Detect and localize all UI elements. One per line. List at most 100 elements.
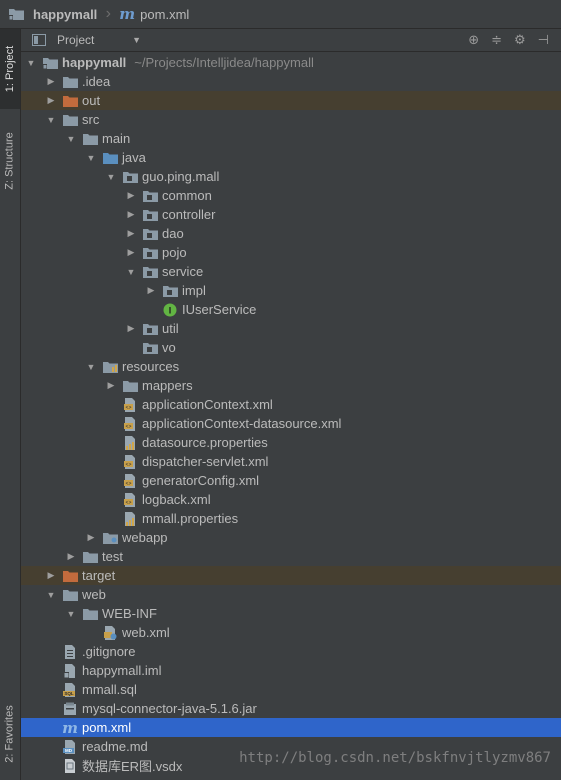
tab-project-label: 1: Project [4,45,16,93]
interface-icon: I [162,303,178,317]
tree-item-label: dispatcher-servlet.xml [142,454,269,469]
tree-item-label: happymall.iml [82,663,162,678]
tree-item-mmall-props[interactable]: mmall.properties [21,509,561,528]
collapse-arrow-icon[interactable]: ▼ [85,152,97,164]
tree-item-appctx[interactable]: <> applicationContext.xml [21,395,561,414]
tree-item-label: mappers [142,378,193,393]
tree-item-web[interactable]: ▼ web [21,585,561,604]
tree-item-label: applicationContext.xml [142,397,273,412]
package-icon [142,208,158,222]
tree-item-common[interactable]: ▶ common [21,186,561,205]
tree-item-controller[interactable]: ▶ controller [21,205,561,224]
tree-item-pojo[interactable]: ▶ pojo [21,243,561,262]
breadcrumb-file-label: pom.xml [140,6,190,22]
collapse-arrow-icon[interactable]: ▼ [125,266,137,278]
tree-item-label: mmall.sql [82,682,137,697]
tree-item-ds-props[interactable]: datasource.properties [21,433,561,452]
package-icon [142,246,158,260]
tree-item-impl[interactable]: ▶ impl [21,281,561,300]
collapse-arrow-icon[interactable]: ▼ [45,589,57,601]
maven-icon: m [62,718,78,737]
collapse-arrow-icon[interactable]: ▼ [85,361,97,373]
collapse-arrow-icon[interactable]: ▼ [65,608,77,620]
expand-arrow-icon[interactable]: ▶ [105,380,117,392]
collapse-arrow-icon[interactable]: ▼ [45,114,57,126]
breadcrumb-project[interactable]: happymall [8,7,97,22]
tree-item-label: vo [162,340,176,355]
tree-item-out[interactable]: ▶ out [21,91,561,110]
expand-arrow-icon[interactable]: ▶ [125,209,137,221]
hide-panel-icon[interactable]: ⊣ [538,32,549,48]
tree-item-src[interactable]: ▼ src [21,110,561,129]
excluded-folder-icon [62,569,78,583]
package-icon [162,284,178,298]
tree-item-dispatcher[interactable]: <> dispatcher-servlet.xml [21,452,561,471]
tree-item-iml[interactable]: happymall.iml [21,661,561,680]
tree-item-label: main [102,131,131,146]
svg-text:<>: <> [125,424,131,430]
panel-toolbar: ⊕ ≑ ⚙ ⊣ [468,32,549,48]
tree-item-generator[interactable]: <> generatorConfig.xml [21,471,561,490]
scroll-from-source-icon[interactable]: ⊕ [468,32,479,48]
expand-arrow-icon[interactable]: ▶ [125,247,137,259]
tree-item-label: service [162,264,204,279]
svg-text:<>: <> [125,500,131,506]
tree-item-label: mysql-connector-java-5.1.6.jar [82,701,257,716]
tree-item-dao[interactable]: ▶ dao [21,224,561,243]
tree-item-appctx-ds[interactable]: <> applicationContext-datasource.xml [21,414,561,433]
collapse-all-icon[interactable]: ≑ [491,32,502,48]
tree-item-logback[interactable]: <> logback.xml [21,490,561,509]
tree-item-jar[interactable]: mysql-connector-java-5.1.6.jar [21,699,561,718]
tree-item-main[interactable]: ▼ main [21,129,561,148]
tree-item-webxml[interactable]: web.xml [21,623,561,642]
tree-item-webapp[interactable]: ▶ webapp [21,528,561,547]
breadcrumb-project-label: happymall [33,6,98,22]
tree-item-iuserservice[interactable]: I IUserService [21,300,561,319]
expand-arrow-icon[interactable]: ▶ [125,228,137,240]
tree-item-idea[interactable]: ▶ .idea [21,72,561,91]
tab-favorites[interactable]: 2: Favorites [0,689,20,779]
tree-item-sql[interactable]: SQL mmall.sql [21,680,561,699]
folder-icon [122,379,138,393]
tree-item-util[interactable]: ▶ util [21,319,561,338]
tree-item-label: common [162,188,212,203]
expand-arrow-icon[interactable]: ▶ [125,190,137,202]
tree-item-label: pojo [162,245,187,260]
expand-arrow-icon[interactable]: ▶ [45,95,57,107]
gear-icon[interactable]: ⚙ [514,32,526,48]
expand-arrow-icon[interactable]: ▶ [45,570,57,582]
tree-item-mappers[interactable]: ▶ mappers [21,376,561,395]
expand-arrow-icon[interactable]: ▶ [45,76,57,88]
breadcrumb-file[interactable]: m pom.xml [119,5,189,23]
view-selector[interactable]: Project ▼ [31,33,141,47]
expand-arrow-icon[interactable]: ▶ [85,532,97,544]
collapse-arrow-icon[interactable]: ▼ [25,57,37,69]
tree-item-service[interactable]: ▼ service [21,262,561,281]
markdown-file-icon: MD [62,739,78,754]
tree-item-resources[interactable]: ▼ resources [21,357,561,376]
sql-file-icon: SQL [62,682,78,697]
tab-project[interactable]: 1: Project [0,29,20,109]
tree-item-label: datasource.properties [142,435,268,450]
collapse-arrow-icon[interactable]: ▼ [105,171,117,183]
tree-item-test[interactable]: ▶ test [21,547,561,566]
expand-arrow-icon[interactable]: ▶ [65,551,77,563]
tree-item-label: out [82,93,101,108]
collapse-arrow-icon[interactable]: ▼ [65,133,77,145]
tree-item-gitignore[interactable]: .gitignore [21,642,561,661]
tree-item-java[interactable]: ▼ java [21,148,561,167]
tree-item-label: IUserService [182,302,257,317]
tree-item-webinf[interactable]: ▼ WEB-INF [21,604,561,623]
tree-item-target[interactable]: ▶ target [21,566,561,585]
expand-arrow-icon[interactable]: ▶ [145,285,157,297]
xml-file-icon: <> [122,416,138,431]
web-folder-icon [102,531,118,545]
tree-item-vo[interactable]: vo [21,338,561,357]
tree-item-label: readme.md [82,739,148,754]
tab-structure[interactable]: Z: Structure [0,111,20,211]
tree-item-package[interactable]: ▼ guo.ping.mall [21,167,561,186]
maven-icon: m [119,5,136,23]
tree-item-pom[interactable]: m pom.xml [21,718,561,737]
expand-arrow-icon[interactable]: ▶ [125,323,137,335]
tree-item-root[interactable]: ▼ happymall ~/Projects/Intelljidea/happy… [21,53,561,72]
